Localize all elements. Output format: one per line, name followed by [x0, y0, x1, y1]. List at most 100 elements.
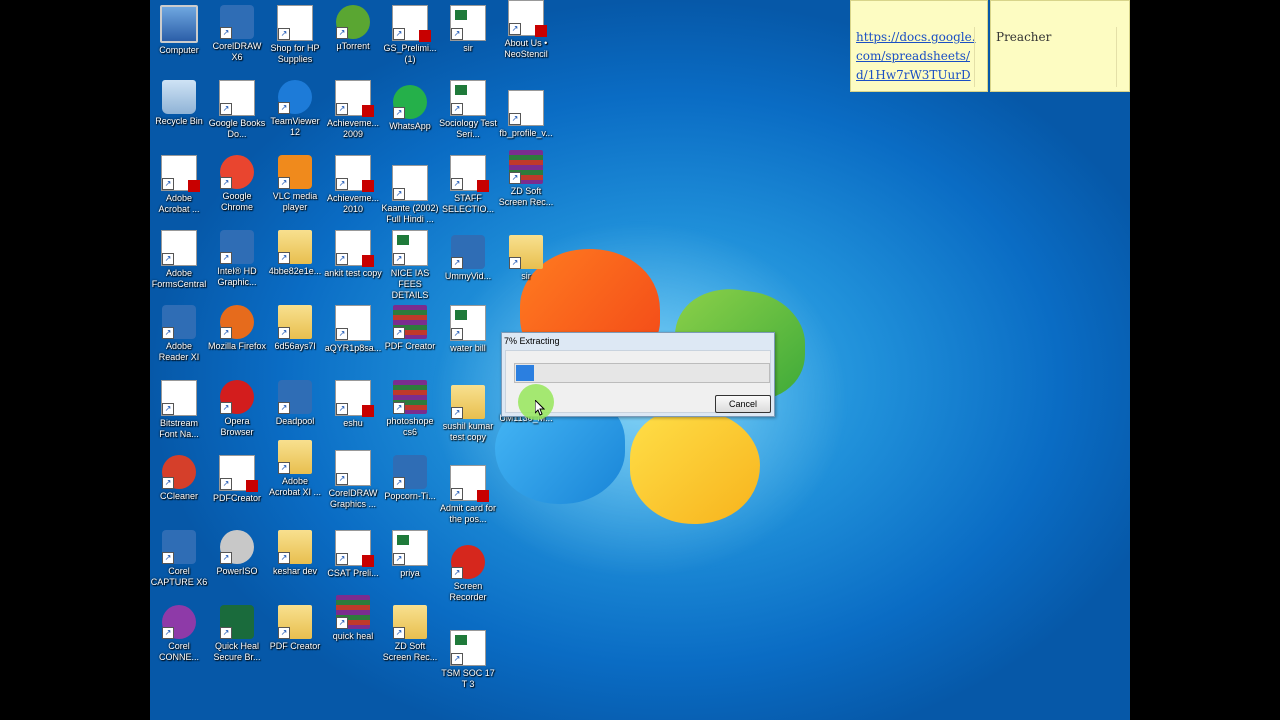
- desktop-icon-label: aQYR1p8sa...: [324, 343, 382, 353]
- desktop-icon-label: VLC media player: [272, 191, 318, 212]
- desktop-icon[interactable]: ↗ eshu: [324, 380, 382, 429]
- desktop-icon[interactable]: ↗ PDFCreator: [208, 455, 266, 504]
- desktop-icon[interactable]: ↗ Mozilla Firefox: [208, 305, 266, 352]
- sticky-note-preacher-text[interactable]: Preacher: [996, 28, 1051, 47]
- desktop-icon[interactable]: ↗ CorelDRAW X6: [208, 5, 266, 63]
- desktop-icon[interactable]: Recycle Bin: [150, 80, 208, 127]
- shortcut-arrow-icon: ↗: [393, 107, 405, 119]
- desktop-icon[interactable]: ↗ water bill: [439, 305, 497, 354]
- desktop-icon[interactable]: ↗ Adobe Acrobat ...: [150, 155, 208, 215]
- desktop-icon[interactable]: ↗ Adobe Acrobat XI ...: [266, 440, 324, 498]
- desktop-icon[interactable]: ↗ Deadpool: [266, 380, 324, 427]
- shortcut-arrow-icon: ↗: [451, 328, 463, 340]
- desktop-icon[interactable]: ↗ PDF Creator: [266, 605, 324, 652]
- desktop-icon[interactable]: ↗ Kaante (2002) Full Hindi ...: [381, 165, 439, 225]
- desktop-icon[interactable]: ↗ Sociology Test Seri...: [439, 80, 497, 140]
- desktop-icon[interactable]: ↗ sir: [497, 235, 555, 282]
- desktop-icon[interactable]: ↗ µTorrent: [324, 5, 382, 52]
- shortcut-arrow-icon: ↗: [393, 253, 405, 265]
- desktop-icon[interactable]: ↗ VLC media player: [266, 155, 324, 213]
- desktop-icon[interactable]: ↗ Opera Browser: [208, 380, 266, 438]
- app-icon: ↗: [162, 305, 196, 339]
- desktop-icon[interactable]: ↗ CSAT Preli...: [324, 530, 382, 579]
- shortcut-arrow-icon: ↗: [278, 177, 290, 189]
- sticky-link-line-1[interactable]: https://docs.google.: [856, 28, 976, 47]
- desktop-icon-label: ZD Soft Screen Rec...: [382, 641, 438, 662]
- desktop-icon[interactable]: ↗ CCleaner: [150, 455, 208, 502]
- sticky-note-preacher[interactable]: Preacher: [990, 0, 1130, 92]
- desktop-icon[interactable]: ↗ TSM SOC 17 T 3: [439, 630, 497, 690]
- desktop-icon[interactable]: ↗ TeamViewer 12: [266, 80, 324, 138]
- desktop-icon-label: Computer: [159, 45, 199, 55]
- desktop-icon[interactable]: ↗ PowerISO: [208, 530, 266, 577]
- desktop-icon[interactable]: ↗ STAFF SELECTIO...: [439, 155, 497, 215]
- desktop-icon[interactable]: ↗ CorelDRAW Graphics ...: [324, 450, 382, 510]
- desktop-icon[interactable]: ↗ ankit test copy: [324, 230, 382, 279]
- desktop-icon-label: PDFCreator: [212, 493, 261, 503]
- desktop-icon[interactable]: ↗ Adobe Reader XI: [150, 305, 208, 363]
- desktop-icon[interactable]: ↗ Screen Recorder: [439, 545, 497, 603]
- desktop-icon[interactable]: ↗ NICE IAS FEES DETAILS: [381, 230, 439, 301]
- desktop-icon[interactable]: ↗ Corel CONNE...: [150, 605, 208, 663]
- desktop-icon-label: TSM SOC 17 T 3: [441, 668, 495, 689]
- desktop-icon-label: fb_profile_v...: [499, 128, 553, 138]
- desktop-icon[interactable]: ↗ Corel CAPTURE X6: [150, 530, 208, 588]
- desktop-icon[interactable]: ↗ Admit card for the pos...: [439, 465, 497, 525]
- desktop-icon[interactable]: ↗ 4bbe82e1e...: [266, 230, 324, 277]
- desktop-icon[interactable]: ↗ Popcorn-Ti...: [381, 455, 439, 502]
- shortcut-arrow-icon: ↗: [336, 27, 348, 39]
- desktop-icon[interactable]: ↗ Bitstream Font Na...: [150, 380, 208, 440]
- desktop-icon-label: quick heal: [332, 631, 374, 641]
- desktop-icon-label: Popcorn-Ti...: [384, 491, 436, 501]
- desktop-icon[interactable]: Computer: [150, 5, 208, 56]
- desktop-icon[interactable]: ↗ About Us • NeoStencil: [497, 0, 555, 60]
- desktop-icon[interactable]: ↗ sir: [439, 5, 497, 54]
- desktop-icon[interactable]: ↗ photoshope cs6: [381, 380, 439, 438]
- desktop-icon[interactable]: ↗ UmmyVid...: [439, 235, 497, 282]
- app-icon: ↗: [162, 455, 196, 489]
- sticky-link-line-2[interactable]: com/spreadsheets/: [856, 47, 976, 66]
- shortcut-arrow-icon: ↗: [393, 477, 405, 489]
- desktop-icon[interactable]: ↗ ZD Soft Screen Rec...: [381, 605, 439, 663]
- sticky-scrollbar[interactable]: [1116, 27, 1127, 87]
- desktop-icon-label: CorelDRAW Graphics ...: [328, 488, 378, 509]
- app-icon: ↗: [451, 545, 485, 579]
- desktop-icon[interactable]: ↗ PDF Creator: [381, 305, 439, 352]
- desktop-icon[interactable]: ↗ Achieveme... 2009: [324, 80, 382, 140]
- desktop-icon[interactable]: ↗ keshar dev: [266, 530, 324, 577]
- shortcut-arrow-icon: ↗: [220, 478, 232, 490]
- app-icon: ↗: [451, 235, 485, 269]
- desktop-icon[interactable]: ↗ priya: [381, 530, 439, 579]
- desktop-icon[interactable]: ↗ sushil kumar test copy: [439, 385, 497, 443]
- sticky-note-link[interactable]: https://docs.google. com/spreadsheets/ d…: [850, 0, 988, 92]
- desktop-icon[interactable]: ↗ quick heal: [324, 595, 382, 642]
- shortcut-arrow-icon: ↗: [509, 113, 521, 125]
- desktop-icon[interactable]: ↗ Intel® HD Graphic...: [208, 230, 266, 288]
- desktop-icon[interactable]: ↗ aQYR1p8sa...: [324, 305, 382, 354]
- app-icon: ↗: [220, 230, 254, 264]
- app-icon: ↗: [508, 90, 544, 126]
- sticky-note-link-text[interactable]: https://docs.google. com/spreadsheets/ d…: [856, 28, 976, 85]
- desktop-icon-label: 6d56ays7l: [274, 341, 316, 351]
- shortcut-arrow-icon: ↗: [278, 102, 290, 114]
- shortcut-arrow-icon: ↗: [278, 327, 290, 339]
- desktop-icon[interactable]: ↗ Shop for HP Supplies: [266, 5, 324, 65]
- shortcut-arrow-icon: ↗: [162, 477, 174, 489]
- sticky-link-line-3[interactable]: d/1Hw7rW3TUurD: [856, 66, 976, 85]
- desktop-icon[interactable]: ↗ Achieveme... 2010: [324, 155, 382, 215]
- desktop-icon[interactable]: ↗ WhatsApp: [381, 85, 439, 132]
- desktop-icon[interactable]: ↗ Google Books Do...: [208, 80, 266, 140]
- desktop-icon[interactable]: ↗ Adobe FormsCentral: [150, 230, 208, 290]
- desktop-icon[interactable]: ↗ Google Chrome: [208, 155, 266, 213]
- cancel-button[interactable]: Cancel: [715, 395, 771, 413]
- desktop-icon[interactable]: ↗ 6d56ays7l: [266, 305, 324, 352]
- app-icon: ↗: [278, 380, 312, 414]
- desktop-icon[interactable]: ↗ GS_Prelimi... (1): [381, 5, 439, 65]
- app-icon: ↗: [162, 530, 196, 564]
- app-icon: ↗: [392, 5, 431, 42]
- sticky-scrollbar[interactable]: [974, 27, 985, 87]
- desktop-icon[interactable]: ↗ fb_profile_v...: [497, 90, 555, 139]
- desktop-icon[interactable]: ↗ ZD Soft Screen Rec...: [497, 150, 555, 208]
- desktop-icon[interactable]: ↗ Quick Heal Secure Br...: [208, 605, 266, 663]
- app-icon: ↗: [219, 80, 255, 116]
